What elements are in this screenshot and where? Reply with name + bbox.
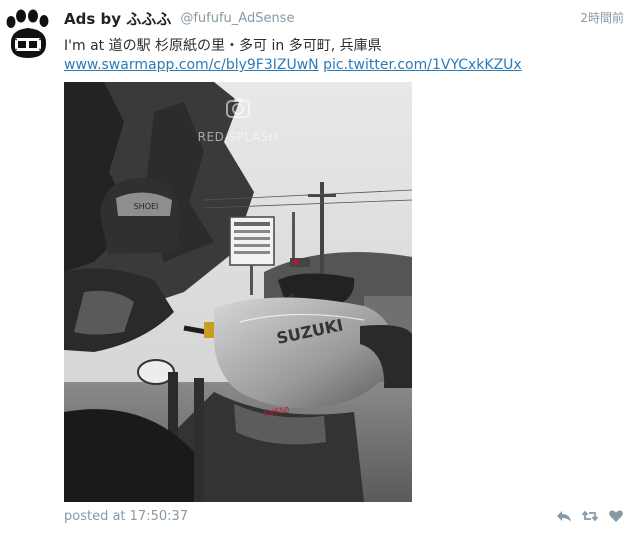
motorcycle-photo: SHOEI SUZUKI SV650 [64, 82, 412, 502]
author-handle[interactable]: @fufufu_AdSense [180, 11, 294, 26]
heart-icon[interactable] [608, 508, 624, 524]
tweet-links: www.swarmapp.com/c/bly9F3IZUwN pic.twitt… [64, 55, 522, 75]
tweet-photo[interactable]: SHOEI SUZUKI SV650 RED SPLASH [64, 82, 412, 502]
reply-icon[interactable] [556, 508, 572, 524]
author-name[interactable]: Ads by ふふふ [64, 10, 171, 28]
tweet-header: Ads by ふふふ @fufufu_AdSense 2時間前 [64, 8, 624, 30]
relative-time[interactable]: 2時間前 [580, 9, 624, 26]
posted-at: posted at 17:50:37 [64, 509, 189, 524]
retweet-icon[interactable] [582, 508, 598, 524]
checkin-link[interactable]: www.swarmapp.com/c/bly9F3IZUwN [64, 57, 319, 73]
tweet-actions [556, 508, 624, 524]
paw-print-film-logo-icon [6, 9, 49, 58]
tweet-text: I'm at 道の駅 杉原紙の里・多可 in 多可町, 兵庫県 [64, 38, 382, 54]
tweet-card: Ads by ふふふ @fufufu_AdSense 2時間前 I'm at 道… [0, 0, 640, 537]
avatar[interactable] [2, 8, 54, 60]
photo-link[interactable]: pic.twitter.com/1VYCxkKZUx [323, 57, 522, 73]
helmet-brand-text: SHOEI [134, 202, 159, 211]
